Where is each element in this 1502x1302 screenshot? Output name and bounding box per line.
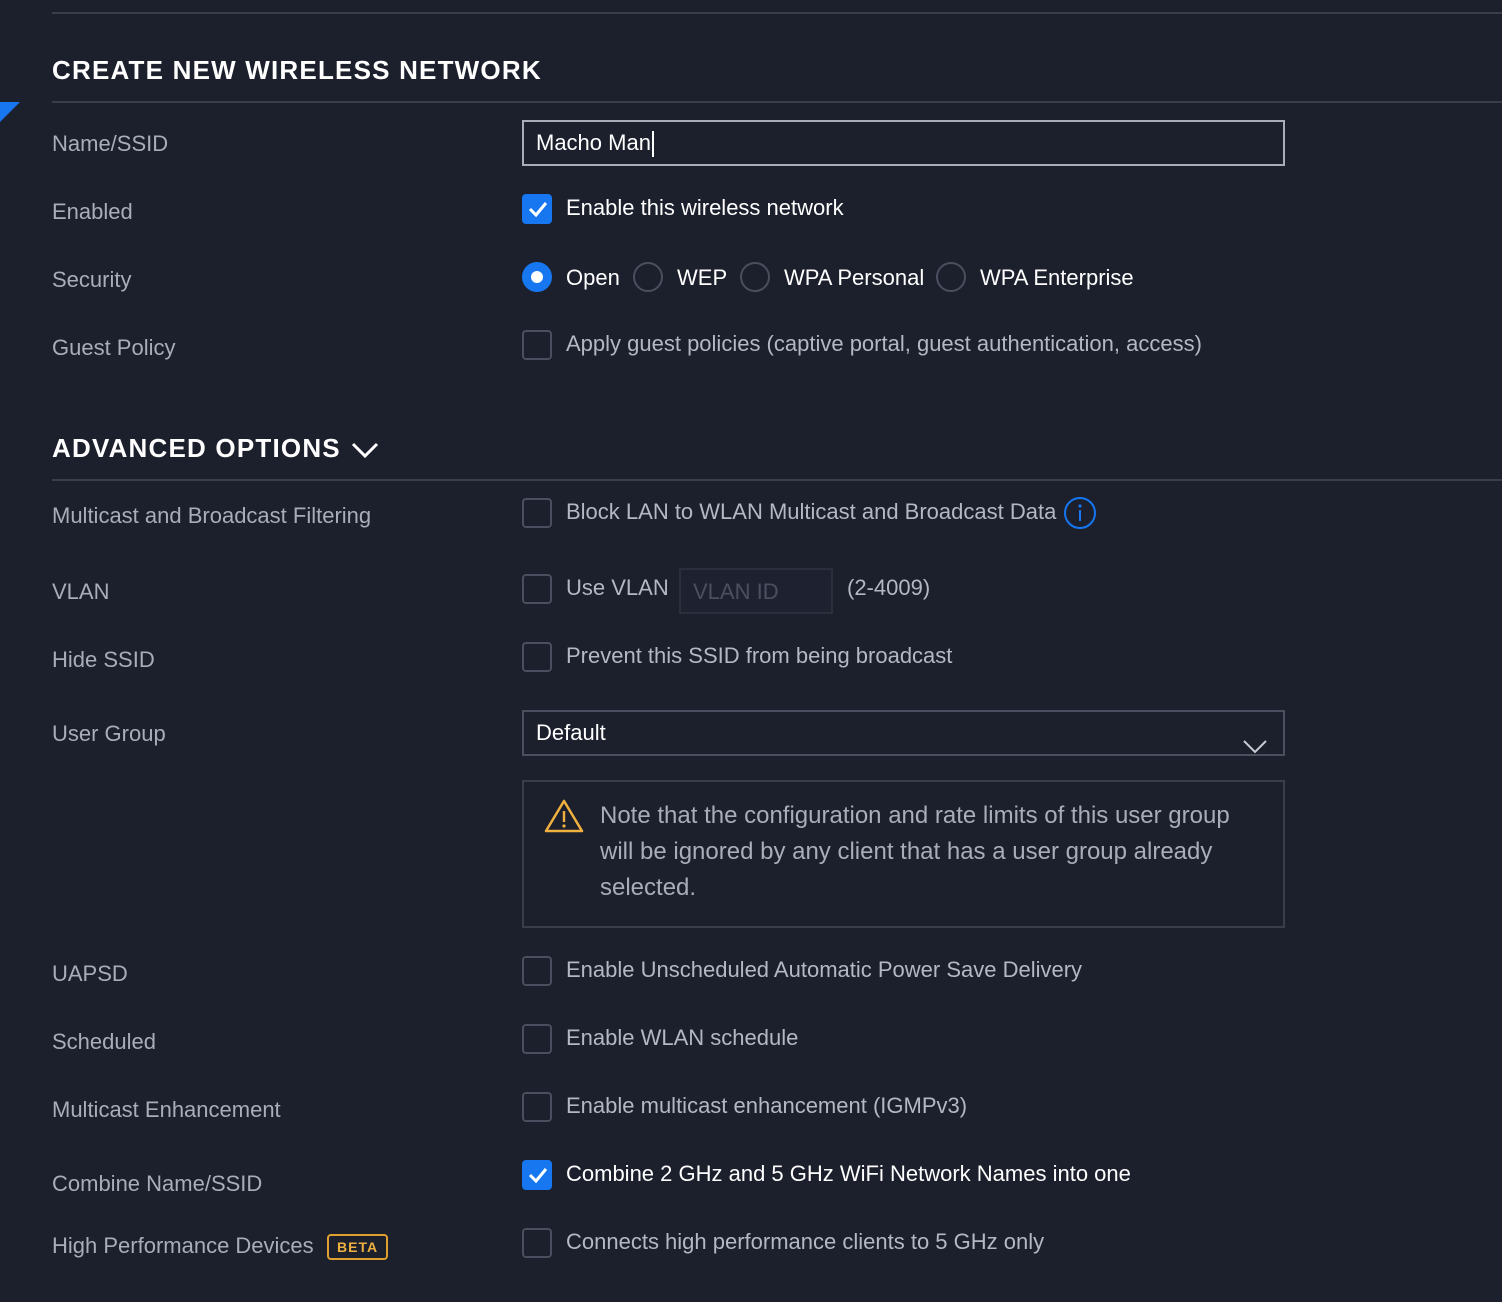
checkmark-icon: [528, 202, 548, 218]
multicast-filtering-label: Multicast and Broadcast Filtering: [52, 503, 372, 528]
vlan-checkbox[interactable]: [522, 574, 552, 604]
scheduled-text: Enable WLAN schedule: [566, 1025, 799, 1050]
user-group-note: Note that the configuration and rate lim…: [522, 780, 1285, 928]
scheduled-label: Scheduled: [52, 1029, 156, 1054]
name-ssid-value: Macho Man: [536, 130, 651, 155]
high-performance-label: High Performance Devices: [52, 1233, 314, 1258]
enabled-label: Enabled: [52, 199, 133, 224]
security-option-open: Open: [566, 265, 620, 290]
text-caret: [651, 131, 654, 158]
security-label: Security: [52, 267, 132, 292]
security-radio-open[interactable]: [522, 262, 552, 292]
security-radio-wep[interactable]: [633, 262, 663, 292]
vlan-label: VLAN: [52, 579, 110, 604]
advanced-options-toggle[interactable]: ADVANCED OPTIONS: [52, 433, 379, 466]
name-ssid-label: Name/SSID: [52, 131, 169, 156]
enabled-text: Enable this wireless network: [566, 195, 844, 220]
combine-ssid-label: Combine Name/SSID: [52, 1171, 263, 1196]
multicast-filtering-text: Block LAN to WLAN Multicast and Broadcas…: [566, 499, 1057, 524]
combine-ssid-checkbox[interactable]: [522, 1160, 552, 1190]
create-title-divider: [52, 101, 1502, 103]
uapsd-label: UAPSD: [52, 961, 128, 986]
hide-ssid-label: Hide SSID: [52, 647, 155, 672]
hide-ssid-text: Prevent this SSID from being broadcast: [566, 643, 953, 668]
uapsd-checkbox[interactable]: [522, 956, 552, 986]
top-divider: [52, 12, 1502, 14]
advanced-options-title: ADVANCED OPTIONS: [52, 433, 341, 463]
vlan-text: Use VLAN: [566, 575, 669, 600]
chevron-down-icon: [1243, 726, 1267, 768]
info-icon[interactable]: [1063, 496, 1097, 535]
multicast-enhancement-checkbox[interactable]: [522, 1092, 552, 1122]
advanced-divider: [52, 479, 1502, 481]
guest-policy-label: Guest Policy: [52, 335, 176, 360]
active-corner-marker: [0, 102, 20, 122]
warning-icon: [544, 798, 584, 839]
security-option-wep: WEP: [677, 265, 728, 290]
high-performance-text: Connects high performance clients to 5 G…: [566, 1229, 1045, 1254]
name-ssid-input[interactable]: Macho Man: [522, 120, 1285, 166]
uapsd-text: Enable Unscheduled Automatic Power Save …: [566, 957, 1083, 982]
combine-ssid-text: Combine 2 GHz and 5 GHz WiFi Network Nam…: [566, 1161, 1131, 1186]
vlan-range-text: (2-4009): [847, 575, 931, 600]
create-network-title: CREATE NEW WIRELESS NETWORK: [52, 55, 542, 85]
scheduled-checkbox[interactable]: [522, 1024, 552, 1054]
guest-policy-checkbox[interactable]: [522, 330, 552, 360]
beta-badge: BETA: [327, 1234, 389, 1260]
multicast-enhancement-text: Enable multicast enhancement (IGMPv3): [566, 1093, 968, 1118]
security-radio-wpa-personal[interactable]: [740, 262, 770, 292]
multicast-filtering-checkbox[interactable]: [522, 498, 552, 528]
multicast-enhancement-label: Multicast Enhancement: [52, 1097, 281, 1122]
high-performance-checkbox[interactable]: [522, 1228, 552, 1258]
user-group-label: User Group: [52, 721, 166, 746]
user-group-select[interactable]: Default: [522, 710, 1285, 756]
security-radio-wpa-enterprise[interactable]: [936, 262, 966, 292]
chevron-down-icon: [351, 435, 379, 466]
guest-policy-text: Apply guest policies (captive portal, gu…: [566, 331, 1202, 356]
checkmark-icon: [528, 1168, 548, 1184]
security-option-wpa-personal: WPA Personal: [784, 265, 925, 290]
enabled-checkbox[interactable]: [522, 194, 552, 224]
vlan-id-input[interactable]: VLAN ID: [679, 568, 833, 614]
user-group-value: Default: [536, 720, 606, 745]
user-group-note-text: Note that the configuration and rate lim…: [600, 802, 1230, 901]
security-option-wpa-enterprise: WPA Enterprise: [980, 265, 1134, 290]
hide-ssid-checkbox[interactable]: [522, 642, 552, 672]
